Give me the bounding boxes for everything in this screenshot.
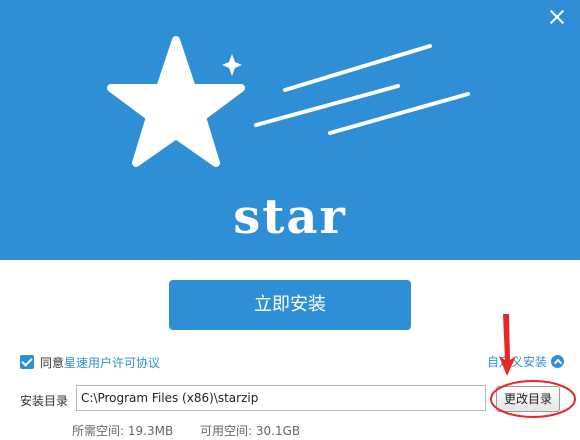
star-icon xyxy=(107,36,245,167)
installer-window: star 立即安装 同意 星速用户许可协议 自定义安装 安装目录 更改目录 所需… xyxy=(0,0,580,440)
free-space-label: 可用空间: xyxy=(200,424,253,438)
sparkle-icon xyxy=(222,54,242,76)
free-space: 可用空间: 30.1GB xyxy=(200,422,300,439)
install-directory-input[interactable] xyxy=(76,385,486,411)
license-agreement-link[interactable]: 星速用户许可协议 xyxy=(64,354,160,371)
free-space-value: 30.1GB xyxy=(255,424,301,438)
close-icon[interactable] xyxy=(548,8,566,26)
install-directory-label: 安装目录 xyxy=(20,394,69,408)
agree-prefix: 同意 xyxy=(40,355,65,370)
install-now-button[interactable]: 立即安装 xyxy=(169,280,411,330)
custom-install-toggle[interactable]: 自定义安装 xyxy=(487,353,564,370)
brand-name: star xyxy=(233,189,347,245)
chevron-up-icon xyxy=(551,355,564,368)
change-directory-button[interactable]: 更改目录 xyxy=(496,386,560,412)
agreement-row: 同意 星速用户许可协议 xyxy=(20,352,160,372)
header-banner: star xyxy=(0,0,580,260)
required-space: 所需空间: 19.3MB xyxy=(72,422,173,439)
required-space-label: 所需空间: xyxy=(72,424,125,438)
required-space-value: 19.3MB xyxy=(127,424,174,438)
agree-checkbox[interactable] xyxy=(20,355,34,369)
custom-install-label: 自定义安装 xyxy=(486,355,547,369)
speed-line xyxy=(283,44,432,92)
